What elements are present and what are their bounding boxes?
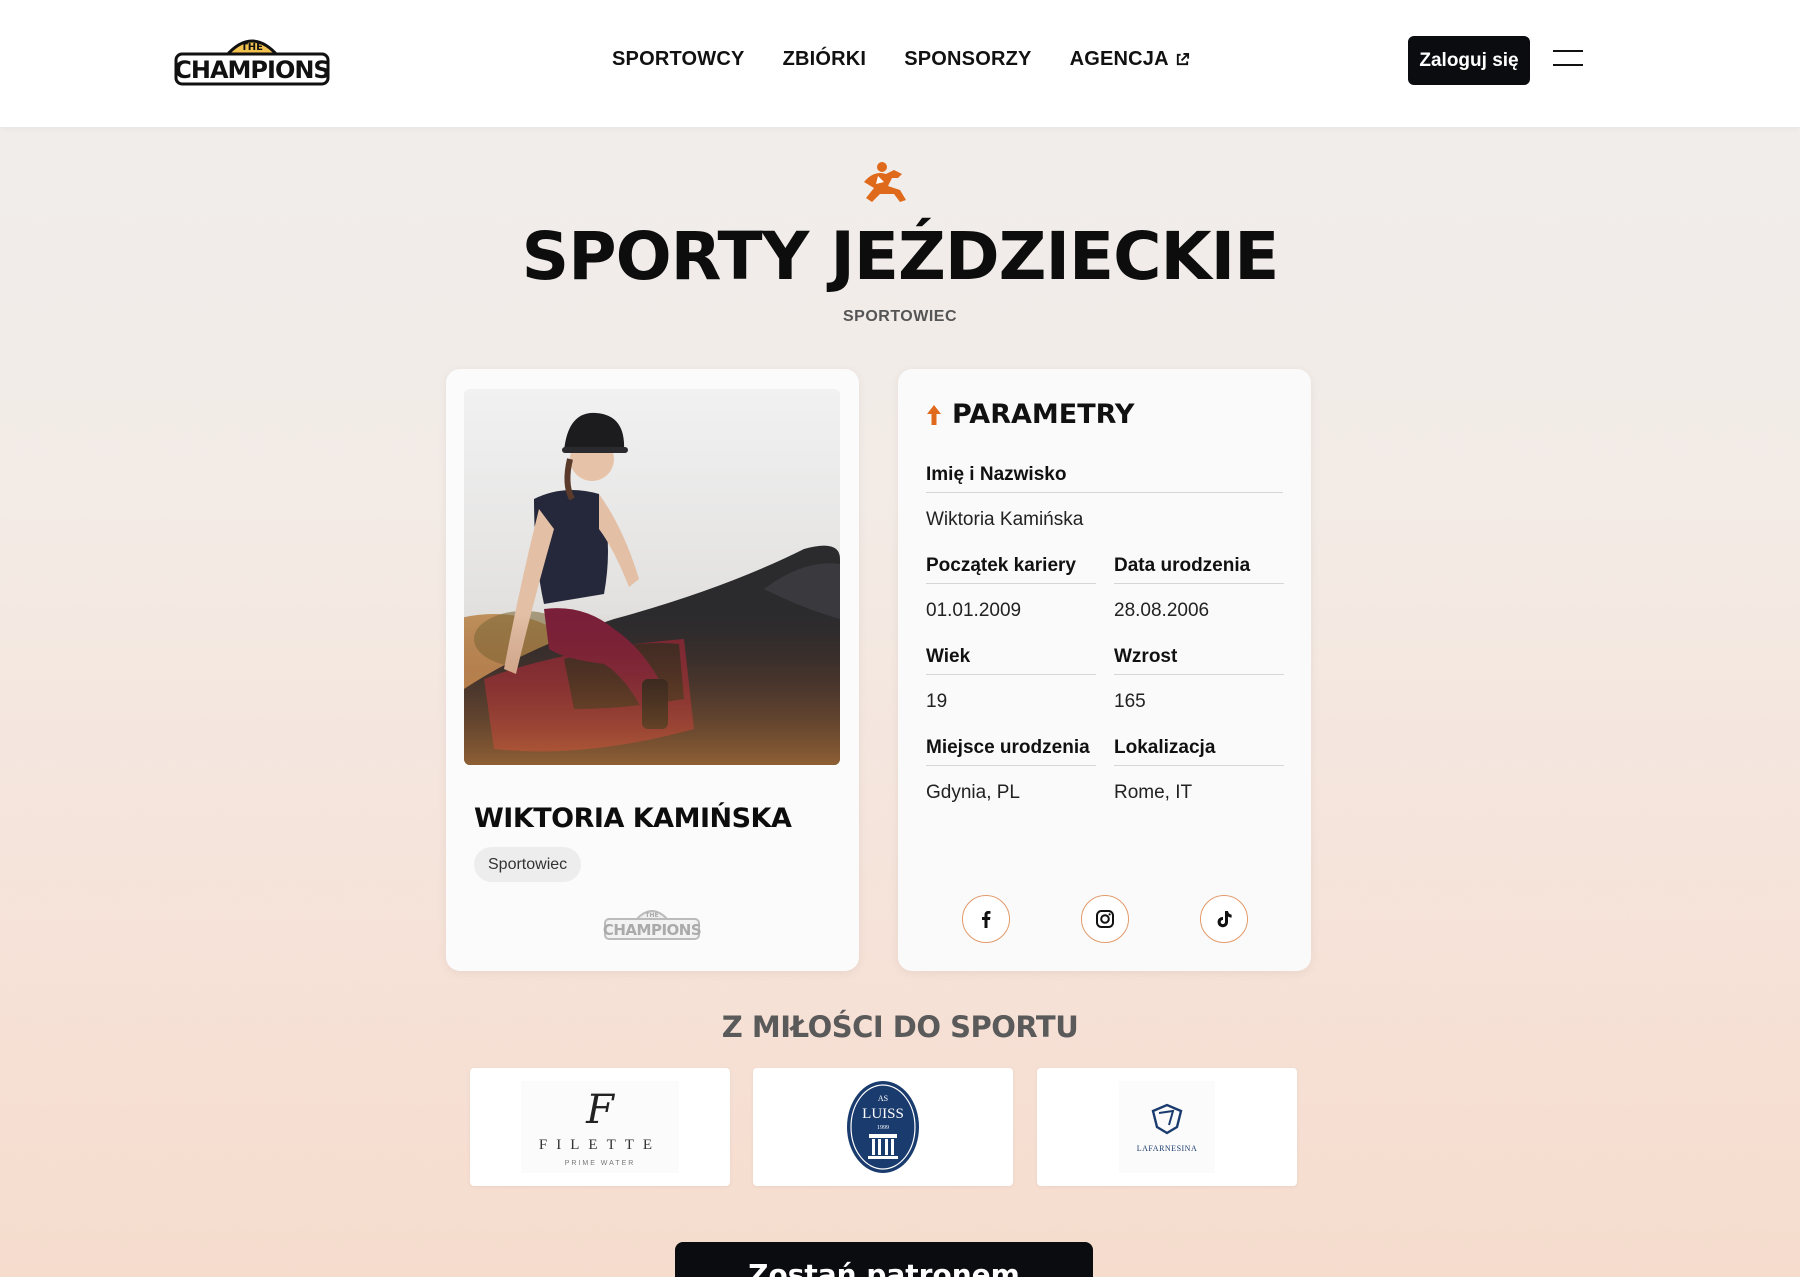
parameters-card: PARAMETRY Imię i Nazwisko Wiktoria Kamiń… xyxy=(898,369,1311,971)
athlete-profile-card: WIKTORIA KAMIŃSKA Sportowiec THE CHAMPIO… xyxy=(446,369,859,971)
filette-logo: F FILETTE PRIME WATER xyxy=(521,1081,679,1173)
parameters-heading: PARAMETRY xyxy=(926,399,1135,430)
tiktok-icon xyxy=(1217,911,1232,928)
field-value: 165 xyxy=(1114,691,1146,712)
role-badge: Sportowiec xyxy=(474,847,582,882)
field-label: Wiek xyxy=(926,646,1096,675)
field-value: Wiktoria Kamińska xyxy=(926,509,1084,530)
field-value: 01.01.2009 xyxy=(926,600,1022,621)
sponsor-luiss[interactable]: AS LUISS 1999 xyxy=(753,1068,1013,1186)
field-value: 19 xyxy=(926,691,948,712)
filette-mark: F xyxy=(585,1087,615,1133)
logo-top-text: THE xyxy=(241,42,263,53)
sponsor-lafarnesina[interactable]: LAFARNESINA xyxy=(1037,1068,1297,1186)
arrow-up-icon xyxy=(927,404,941,425)
lafarnesina-logo: LAFARNESINA xyxy=(1119,1081,1215,1173)
field-career-start: Początek kariery 01.01.2009 xyxy=(926,555,1096,622)
hamburger-menu-icon[interactable] xyxy=(1553,50,1583,68)
page-title: SPORTY JEŹDZIECKIE xyxy=(521,218,1280,295)
main-nav: SPORTOWCY ZBIÓRKI SPONSORZY AGENCJA xyxy=(612,48,1228,71)
filette-tagline: PRIME WATER xyxy=(565,1160,636,1167)
nav-item-sponsorzy[interactable]: SPONSORZY xyxy=(904,48,1031,71)
field-label: Data urodzenia xyxy=(1114,555,1284,584)
field-value: Rome, IT xyxy=(1114,782,1193,803)
site-header: THE CHAMPIONS SPORTOWCY ZBIÓRKI SPONSORZ… xyxy=(0,0,1800,127)
field-value: 28.08.2006 xyxy=(1114,600,1210,621)
social-links xyxy=(962,895,1319,943)
nav-item-agencja[interactable]: AGENCJA xyxy=(1070,48,1190,71)
field-birth-date: Data urodzenia 28.08.2006 xyxy=(1114,555,1284,622)
watermark-main-text: CHAMPIONS xyxy=(603,921,701,939)
logo-main-text: CHAMPIONS xyxy=(174,56,329,84)
field-label: Początek kariery xyxy=(926,555,1096,584)
horse-jumping-icon xyxy=(864,162,906,202)
field-label: Lokalizacja xyxy=(1114,737,1284,766)
watermark-top-text: THE xyxy=(645,912,658,919)
luiss-mark: AS xyxy=(878,1094,888,1103)
athlete-photo xyxy=(464,389,840,765)
field-label: Imię i Nazwisko xyxy=(926,464,1283,493)
nav-item-sportowcy[interactable]: SPORTOWCY xyxy=(612,48,745,71)
external-link-icon xyxy=(1176,52,1189,66)
luiss-name: LUISS xyxy=(862,1106,904,1122)
page-subtitle: SPORTOWIEC xyxy=(842,308,958,325)
athlete-name: WIKTORIA KAMIŃSKA xyxy=(474,803,792,834)
tiktok-link[interactable] xyxy=(1200,895,1248,943)
nav-item-zbiorki[interactable]: ZBIÓRKI xyxy=(783,48,867,71)
instagram-link[interactable] xyxy=(1081,895,1129,943)
facebook-icon xyxy=(982,911,991,928)
nav-label: SPONSORZY xyxy=(904,48,1032,70)
field-birth-place: Miejsce urodzenia Gdynia, PL xyxy=(926,737,1096,804)
become-patron-button[interactable]: Zostań patronem xyxy=(675,1242,1093,1277)
parameters-title: PARAMETRY xyxy=(952,399,1135,430)
luiss-tagline: 1999 xyxy=(877,1125,889,1131)
field-value: Gdynia, PL xyxy=(926,782,1020,803)
field-label: Miejsce urodzenia xyxy=(926,737,1096,766)
field-full-name: Imię i Nazwisko Wiktoria Kamińska xyxy=(926,464,1283,531)
lafarnesina-name: LAFARNESINA xyxy=(1137,1144,1197,1153)
field-age: Wiek 19 xyxy=(926,646,1096,713)
facebook-link[interactable] xyxy=(962,895,1010,943)
login-button[interactable]: Zaloguj się xyxy=(1408,36,1530,85)
nav-label: ZBIÓRKI xyxy=(782,48,867,70)
luiss-logo: AS LUISS 1999 xyxy=(847,1081,919,1173)
filette-name: FILETTE xyxy=(539,1137,661,1153)
champions-logo[interactable]: THE CHAMPIONS xyxy=(174,30,330,92)
instagram-icon xyxy=(1096,910,1114,928)
sponsors-heading: Z MIŁOŚCI DO SPORTU xyxy=(721,1010,1079,1044)
nav-label: SPORTOWCY xyxy=(612,48,745,70)
nav-label: AGENCJA xyxy=(1069,48,1169,70)
sponsor-filette[interactable]: F FILETTE PRIME WATER xyxy=(470,1068,730,1186)
champions-watermark-logo: THE CHAMPIONS xyxy=(603,910,701,940)
field-label: Wzrost xyxy=(1114,646,1284,675)
field-height: Wzrost 165 xyxy=(1114,646,1284,713)
field-location: Lokalizacja Rome, IT xyxy=(1114,737,1284,804)
